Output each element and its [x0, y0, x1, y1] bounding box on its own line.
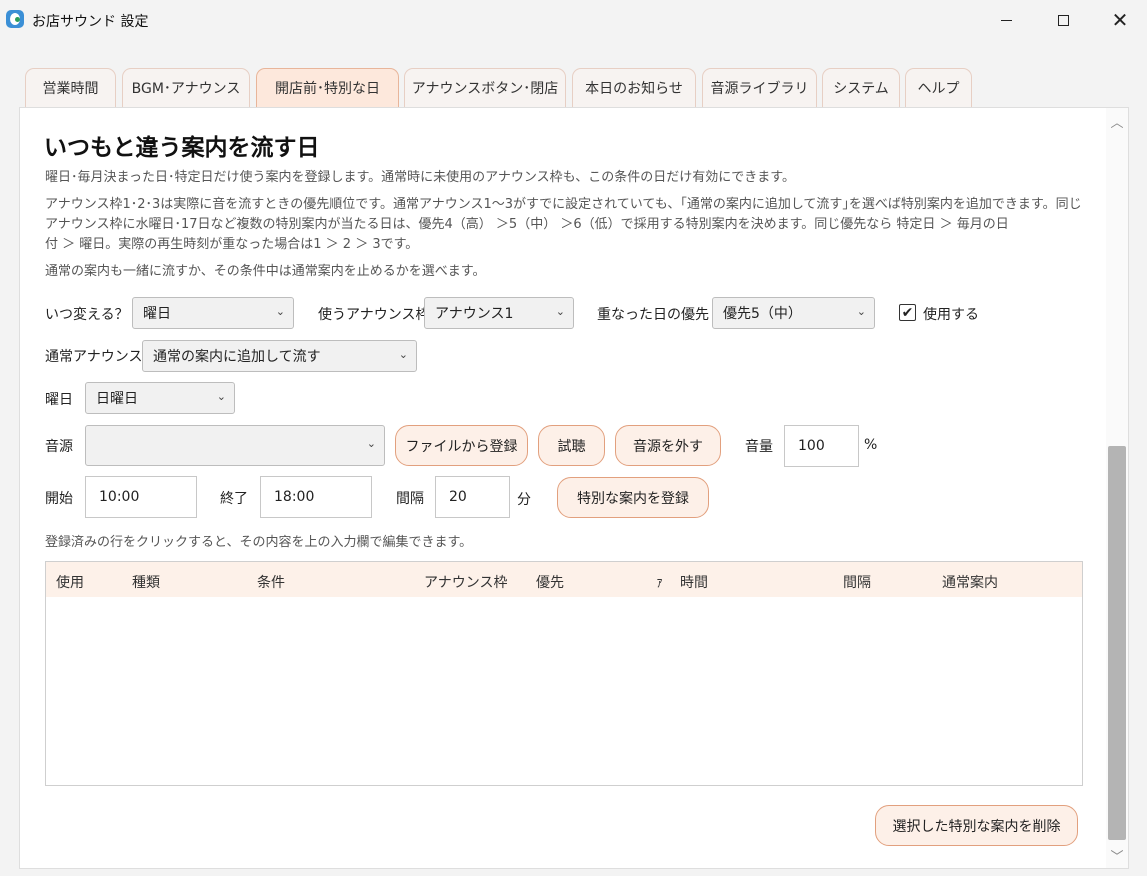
column-header-condition[interactable]: 条件 — [257, 572, 285, 592]
volume-input[interactable]: 100 — [784, 425, 859, 467]
priority-select[interactable]: 優先5（中） ⌄ — [712, 297, 875, 329]
column-header-priority[interactable]: 優先 — [536, 572, 564, 592]
close-button[interactable]: ✕ — [1092, 0, 1147, 40]
chevron-down-icon: ⌄ — [555, 305, 565, 318]
window-title: お店サウンド 設定 — [32, 14, 149, 30]
interval-unit: 分 — [517, 492, 531, 508]
tab-business-hours[interactable]: 営業時間 — [25, 68, 116, 107]
when-label: いつ変える？ — [45, 307, 129, 323]
chevron-down-icon: ⌄ — [216, 390, 226, 403]
when-select-value: 曜日 — [143, 306, 171, 322]
priority-description-line-1: アナウンス枠1･2･3は実際に音を流すときの優先順位です。通常アナウンス1〜3が… — [45, 197, 1082, 212]
weekday-select[interactable]: 日曜日 ⌄ — [85, 382, 235, 414]
priority-label: 重なった日の優先 — [597, 307, 709, 323]
weekday-select-value: 日曜日 — [96, 391, 138, 407]
section-heading: いつもと違う案内を流す日 — [44, 135, 320, 161]
weekday-label: 曜日 — [45, 392, 73, 408]
end-label: 終了 — [220, 491, 248, 507]
priority-description-line-2: アナウンス枠に水曜日･17日など複数の特別案内が当たる日は、優先4（高） ＞5（… — [45, 217, 1009, 232]
normal-announce-select[interactable]: 通常の案内に追加して流す ⌄ — [142, 340, 417, 372]
chevron-down-icon: ⌄ — [856, 305, 866, 318]
chevron-down-icon: ⌄ — [275, 305, 285, 318]
start-time-input[interactable]: 10:00 — [85, 476, 197, 518]
preview-button[interactable]: 試聴 — [538, 425, 605, 466]
tab-bgm-announce[interactable]: BGM･アナウンス — [122, 68, 250, 107]
column-header-type[interactable]: 種類 — [132, 572, 160, 592]
scroll-down-icon[interactable]: ﹀ — [1108, 845, 1126, 865]
tab-help[interactable]: ヘルプ — [905, 68, 972, 107]
title-bar: お店サウンド 設定 ✕ — [0, 0, 1147, 40]
use-checkbox-label: 使用する — [923, 307, 979, 323]
tab-today-notice[interactable]: 本日のお知らせ — [572, 68, 696, 107]
volume-label: 音量 — [745, 439, 773, 455]
volume-unit: % — [864, 437, 878, 453]
tab-system[interactable]: システム — [822, 68, 900, 107]
slot-select[interactable]: アナウンス1 ⌄ — [424, 297, 574, 329]
tab-sound-library[interactable]: 音源ライブラリ — [702, 68, 817, 107]
close-icon: ✕ — [1111, 8, 1129, 32]
delete-special-button[interactable]: 選択した特別な案内を削除 — [875, 805, 1078, 846]
column-header-time[interactable]: 時間 — [680, 572, 708, 592]
scroll-up-icon[interactable]: ︿ — [1108, 111, 1126, 131]
scrollbar-thumb[interactable] — [1108, 446, 1126, 840]
column-header-truncated[interactable]: ｧ — [656, 572, 663, 592]
priority-description-line-3: 付 ＞ 曜日。実際の再生時刻が重なった場合は1 ＞ 2 ＞ 3です。 — [45, 237, 419, 252]
slot-label: 使うアナウンス枠 — [318, 307, 430, 323]
source-label: 音源 — [45, 439, 73, 455]
normal-announce-select-value: 通常の案内に追加して流す — [153, 349, 321, 365]
check-icon: ✔ — [901, 304, 914, 321]
minimize-icon — [1000, 19, 1012, 21]
remove-source-button[interactable]: 音源を外す — [615, 425, 721, 466]
app-icon — [6, 10, 24, 28]
tab-announce-button-closing[interactable]: アナウンスボタン･閉店 — [404, 68, 566, 107]
column-header-normal[interactable]: 通常案内 — [942, 572, 998, 592]
when-select[interactable]: 曜日 ⌄ — [132, 297, 294, 329]
table-header — [46, 562, 1082, 597]
column-header-interval[interactable]: 間隔 — [843, 572, 871, 592]
source-select[interactable]: ⌄ — [85, 425, 385, 466]
end-time-input[interactable]: 18:00 — [260, 476, 372, 518]
edit-hint: 登録済みの行をクリックすると、その内容を上の入力欄で編集できます。 — [45, 535, 473, 550]
interval-label: 間隔 — [396, 491, 424, 507]
chevron-down-icon: ⌄ — [366, 437, 376, 450]
start-label: 開始 — [45, 491, 73, 507]
normal-description: 通常の案内も一緒に流すか、その条件中は通常案内を止めるかを選べます。 — [45, 264, 486, 279]
column-header-use[interactable]: 使用 — [56, 572, 84, 592]
column-header-slot[interactable]: アナウンス枠 — [424, 572, 507, 592]
register-special-button[interactable]: 特別な案内を登録 — [557, 477, 709, 518]
interval-input[interactable]: 20 — [435, 476, 510, 518]
use-checkbox[interactable]: ✔ — [899, 304, 916, 321]
tab-special-day[interactable]: 開店前･特別な日 — [256, 68, 399, 107]
priority-select-value: 優先5（中） — [723, 306, 802, 322]
minimize-button[interactable] — [978, 0, 1034, 40]
maximize-button[interactable] — [1035, 0, 1091, 40]
maximize-icon — [1057, 14, 1069, 26]
section-description: 曜日･毎月決まった日･特定日だけ使う案内を登録します。通常時に未使用のアナウンス… — [45, 170, 795, 185]
register-from-file-button[interactable]: ファイルから登録 — [395, 425, 528, 466]
slot-select-value: アナウンス1 — [435, 306, 514, 322]
chevron-down-icon: ⌄ — [398, 348, 408, 361]
normal-announce-label: 通常アナウンス — [45, 349, 143, 365]
